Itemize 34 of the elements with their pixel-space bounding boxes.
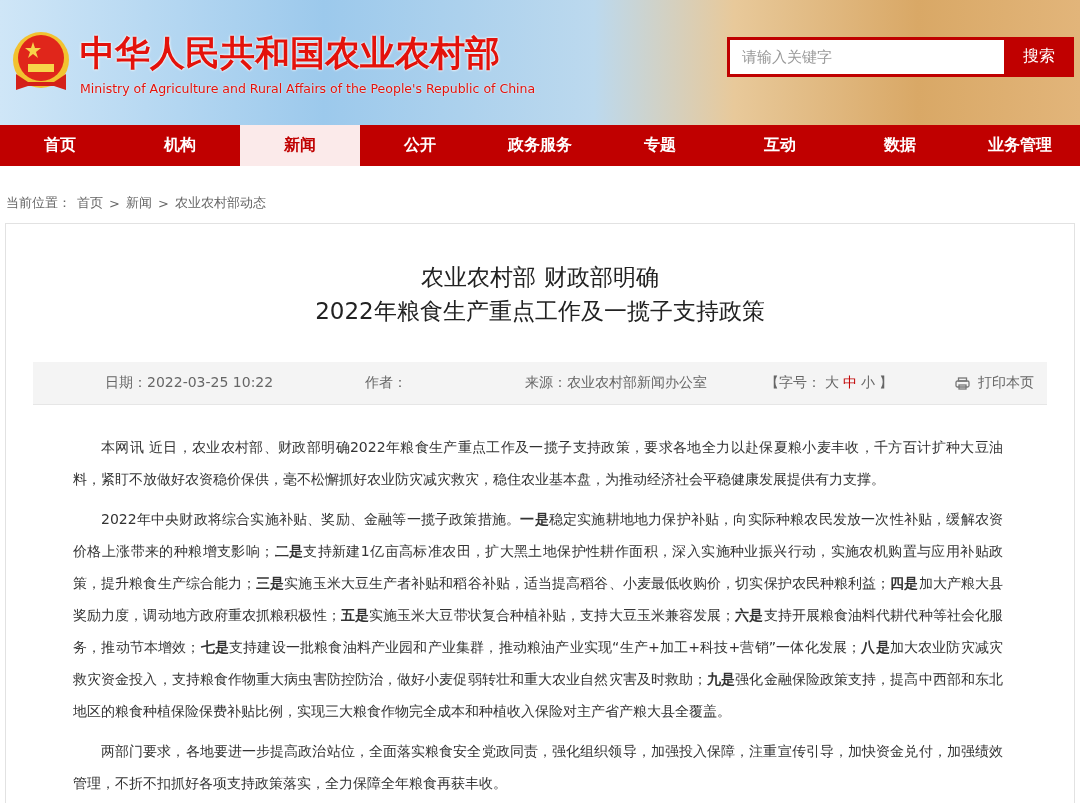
breadcrumb-separator: > [109, 195, 120, 211]
font-size-link[interactable]: 小 [861, 374, 875, 392]
article-title: 农业农村部 财政部明确 [420, 263, 660, 292]
nav-tab[interactable]: 数据 [840, 125, 960, 166]
nav-tab[interactable]: 政务服务 [480, 125, 600, 166]
nav-tab[interactable]: 业务管理 [960, 125, 1080, 166]
nav-tab[interactable]: 首页 [0, 125, 120, 166]
nav-tab[interactable]: 互动 [720, 125, 840, 166]
article-paragraph: 本网讯 近日，农业农村部、财政部明确2022年粮食生产重点工作及一揽子支持政策，要求各地全力以赴保夏粮小麦丰收，千方百计扩种大豆油料，紧盯不放做好农资稳价保供，毫不松懈抓好农业防灾减灾救灾，稳住农业基本盘，为推动经济社会平稳健康发展提供有力支撑。 [73, 438, 1003, 489]
nav-tab[interactable]: 专题 [600, 125, 720, 166]
site-subtitle: Ministry of Agriculture and Rural Affairs of the People's Republic of China [80, 80, 536, 96]
search-field[interactable]: 请输入关键字 [727, 36, 1004, 77]
breadcrumb-link[interactable]: 首页 [77, 194, 103, 212]
breadcrumb-separator: > [157, 195, 169, 211]
publish-date: 日期：2022-03-25 10:22 [105, 374, 275, 392]
site-title: 中华人民共和国农业农村部 [80, 31, 501, 75]
source-text: 来源：农业农村部新闻办公室 [525, 374, 708, 392]
font-size-label: 【字号： [765, 374, 821, 392]
font-size-link[interactable]: 中 [843, 374, 857, 392]
search-button[interactable]: 搜索 [1004, 36, 1074, 77]
font-size-link[interactable]: 大 [825, 374, 839, 392]
nav-tab[interactable]: 新闻 [240, 125, 360, 166]
breadcrumb-link[interactable]: 农业农村部动态 [174, 194, 266, 212]
printer-icon [955, 376, 970, 390]
nav-tab[interactable]: 机构 [120, 125, 240, 166]
print-link[interactable]: 打印本页 [955, 374, 1047, 392]
bracket-text: 】 [879, 374, 893, 392]
breadcrumb-label: 当前位置： [6, 194, 71, 212]
article-paragraph: 2022年中央财政将综合实施补贴、奖励、金融等一揽子政策措施。一是稳定实施耕地地力保护补贴，向实际种粮农民发放一次性补贴，缓解农资价格上涨带来的种粮增支影响；二是支持新建1亿亩高标准农田，扩大黑土地保护性耕作面积，深入实施种业振兴行动，实施农机购置与应用补贴政策，提升粮食生产综合能力；三是实施玉米大豆生产者补贴和稻谷补贴，适当提高稻谷、小麦最低收购价，切实保护农民种粮利益；四是加大产粮大县奖励力度，调动地方政府重农抓粮积极性；五是实施玉米大豆带状复合种植补贴，支持大豆玉米兼容发展；六是支持开展粮食油料代耕代种等社会化服务，推动节本增效；七是支持建设一批粮食油料产业园和产业集群，推动粮油产业实现“生产+加工+科技+营销”一体化发展；八是加大农业防灾减灾救灾资金投入，支持粮食作物重大病虫害防控防治，做好小麦促弱转壮和重大农业自然灾害及时救助；九是强化金融保险政策支持，提高中西部和东北地区的粮食种植保险保费补贴比例，实现三大粮食作物完全成本和种植收入保险对主产省产粮大县全覆盖。 [73, 510, 1003, 721]
article-title: 2022年粮食生产重点工作及一揽子支持政策 [314, 297, 766, 326]
nav-tab[interactable]: 公开 [360, 125, 480, 166]
breadcrumb-link[interactable]: 新闻 [125, 194, 152, 212]
article-paragraph: 两部门要求，各地要进一步提高政治站位，全面落实粮食安全党政同责，强化组织领导，加强投入保障，注重宣传引导，加快资金兑付，加强绩效管理，不折不扣抓好各项支持政策落实，全力保障全年粮食再获丰收。 [73, 742, 1003, 793]
author-label: 作者： [365, 374, 408, 392]
